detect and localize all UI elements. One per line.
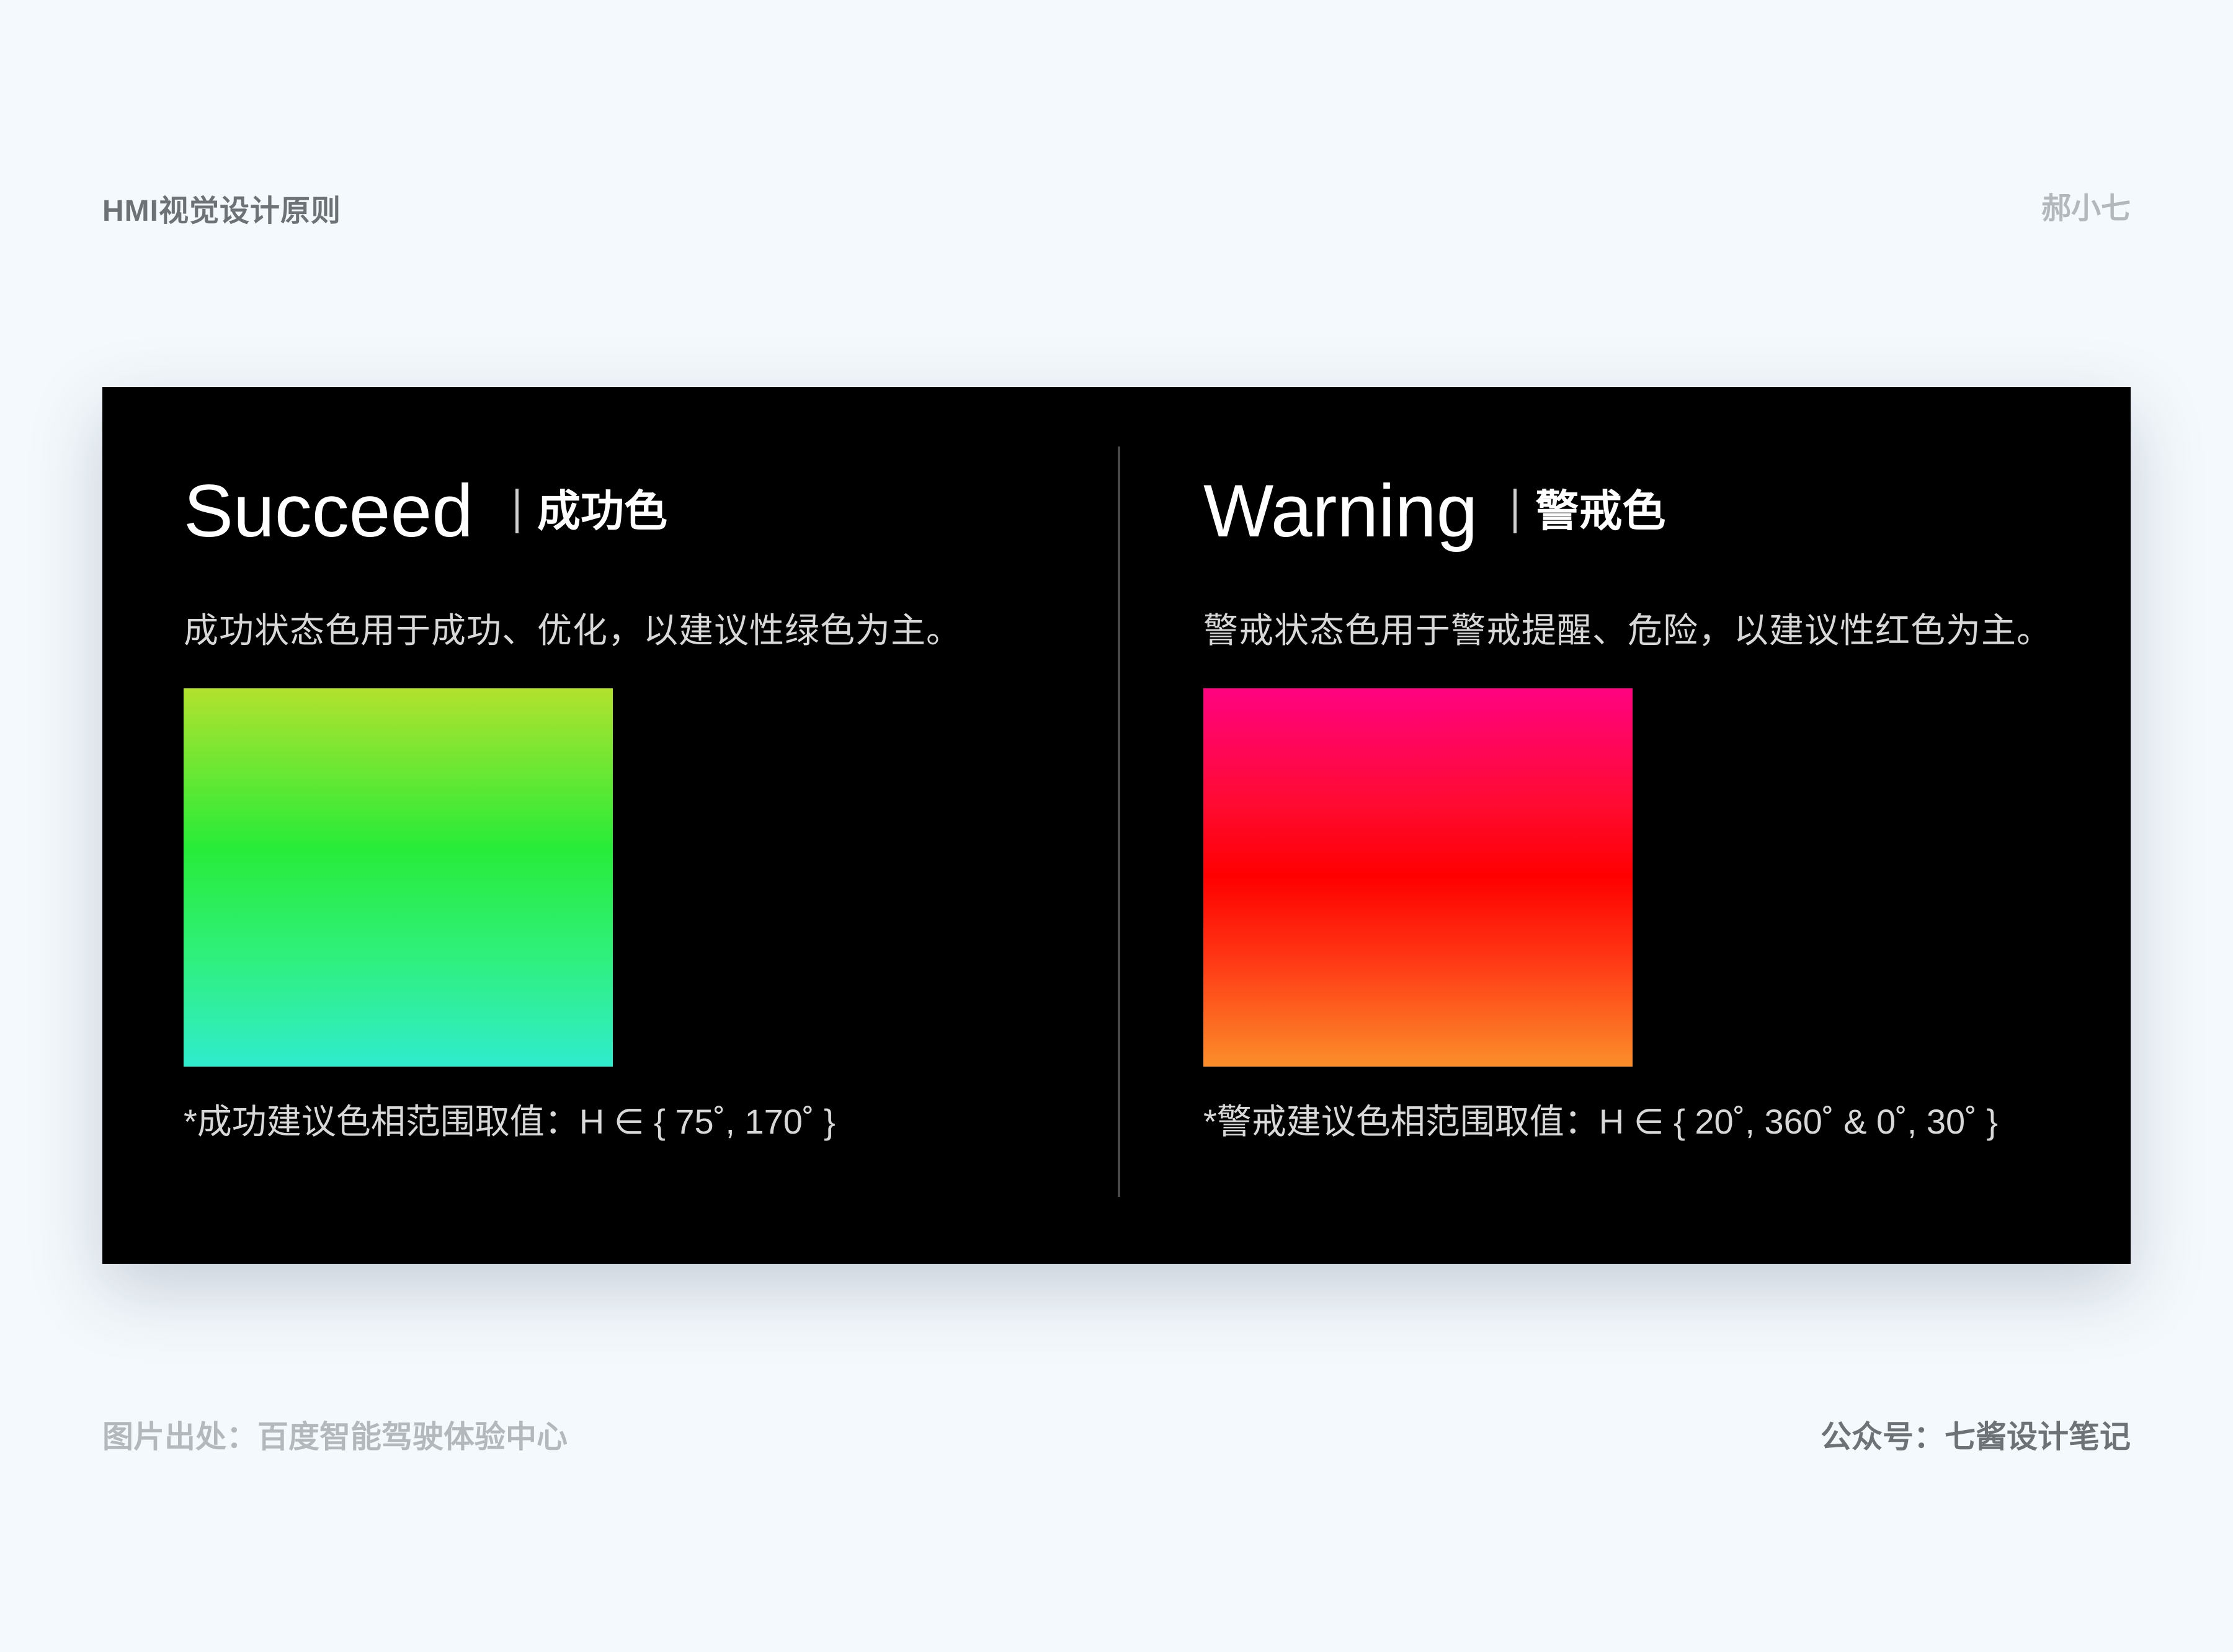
succeed-heading: Succeed 成功色 <box>184 474 667 548</box>
warning-title-en: Warning <box>1203 469 1478 553</box>
succeed-description: 成功状态色用于成功、优化，以建议性绿色为主。 <box>184 611 961 650</box>
color-spec-card: Succeed 成功色 成功状态色用于成功、优化，以建议性绿色为主。 *成功建议… <box>102 387 2131 1264</box>
document-title: HMI视觉设计原则 <box>102 195 341 228</box>
panel-divider <box>1118 446 1120 1197</box>
warning-color-swatch <box>1203 688 1633 1067</box>
title-separator <box>1513 489 1517 533</box>
title-separator <box>515 489 519 533</box>
warning-panel: Warning 警戒色 警戒状态色用于警戒提醒、危险，以建议性红色为主。 *警戒… <box>1203 387 2134 1264</box>
warning-title-cn: 警戒色 <box>1535 487 1666 535</box>
warning-heading: Warning 警戒色 <box>1203 474 1665 548</box>
warning-hue-range-note: *警戒建议色相范围取值：H ∈ { 20˚, 360˚ & 0˚, 30˚ } <box>1203 1102 1999 1141</box>
succeed-title-cn: 成功色 <box>537 487 667 535</box>
succeed-panel: Succeed 成功色 成功状态色用于成功、优化，以建议性绿色为主。 *成功建议… <box>184 387 1114 1264</box>
succeed-hue-range-note: *成功建议色相范围取值：H ∈ { 75˚, 170˚ } <box>184 1102 836 1141</box>
warning-description: 警戒状态色用于警戒提醒、危险，以建议性红色为主。 <box>1203 611 2052 650</box>
succeed-color-swatch <box>184 688 613 1067</box>
image-source: 图片出处：百度智能驾驶体验中心 <box>102 1419 568 1454</box>
wechat-account: 公众号：七酱设计笔记 <box>1821 1419 2131 1454</box>
author-name: 郝小七 <box>2041 192 2131 225</box>
succeed-title-en: Succeed <box>184 469 473 553</box>
